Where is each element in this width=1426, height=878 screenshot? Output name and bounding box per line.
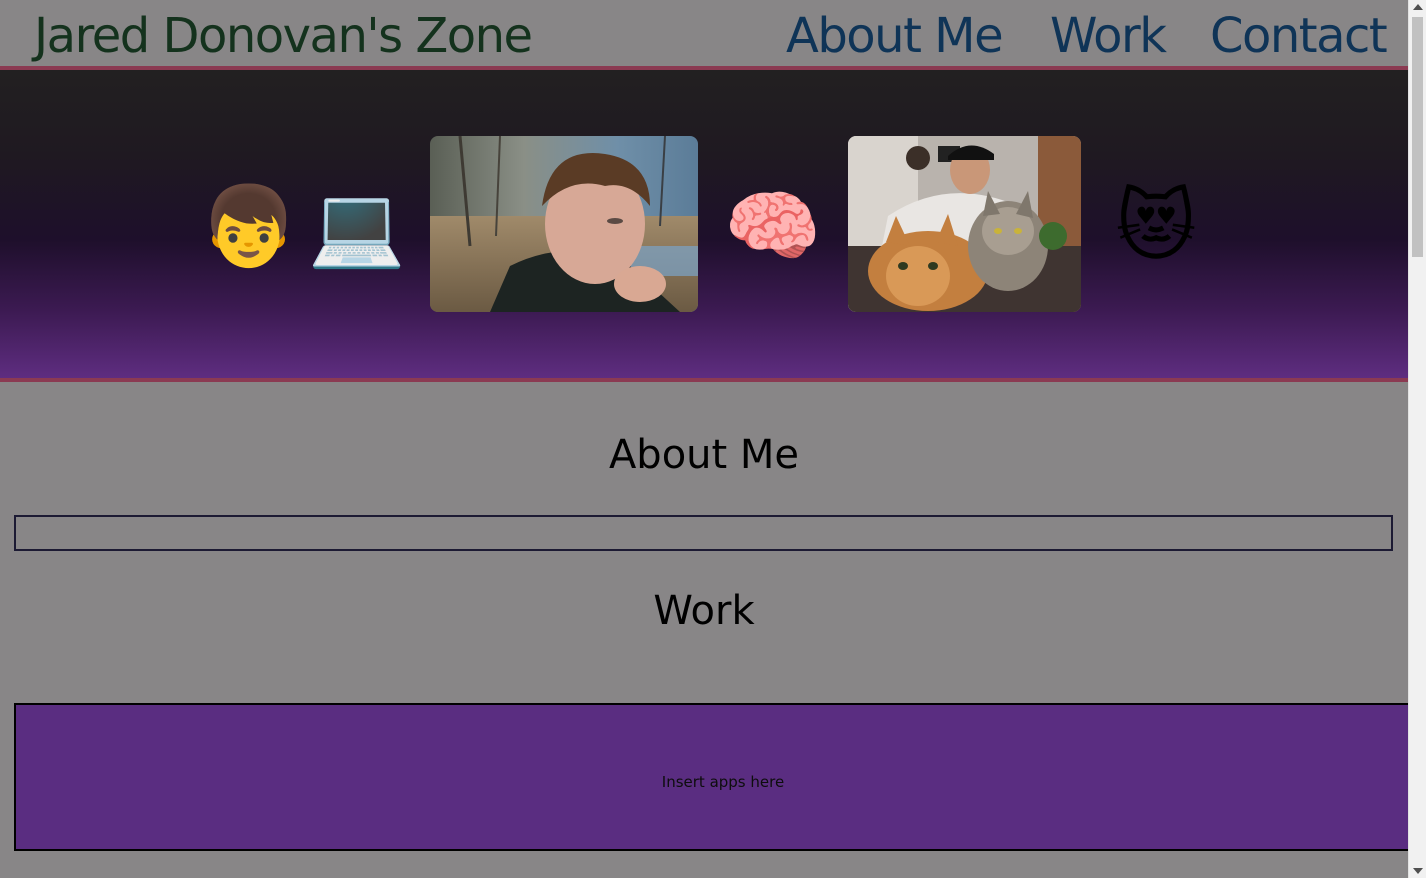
work-apps-container: Insert apps here — [14, 703, 1408, 851]
work-placeholder-text: Insert apps here — [661, 773, 785, 791]
work-heading: Work — [653, 588, 755, 634]
heart-eyes-cat-emoji-icon: 😻 — [1115, 182, 1197, 272]
nav-link-work[interactable]: Work — [1050, 6, 1167, 66]
portrait-photo — [430, 136, 698, 312]
scrollbar-thumb[interactable] — [1412, 17, 1423, 257]
nav-link-about-me[interactable]: About Me — [786, 6, 1004, 66]
brain-emoji-icon: 🧠 — [724, 182, 822, 272]
about-me-heading: About Me — [608, 432, 800, 478]
site-header: Jared Donovan's Zone About Me Work Conta… — [0, 0, 1408, 70]
cats-photo — [848, 136, 1081, 312]
site-title: Jared Donovan's Zone — [34, 8, 533, 64]
scroll-up-arrow-icon[interactable] — [1413, 4, 1423, 10]
nav-link-contact[interactable]: Contact — [1210, 6, 1388, 66]
boy-emoji-icon: 👦 — [200, 182, 298, 272]
scroll-down-arrow-icon[interactable] — [1413, 868, 1423, 874]
vertical-scrollbar[interactable] — [1408, 0, 1426, 878]
page: Jared Donovan's Zone About Me Work Conta… — [0, 0, 1408, 878]
hero-banner: 👦 💻 🧠 😻 — [0, 70, 1408, 382]
about-me-content-box — [14, 515, 1393, 551]
laptop-emoji-icon: 💻 — [308, 182, 406, 272]
